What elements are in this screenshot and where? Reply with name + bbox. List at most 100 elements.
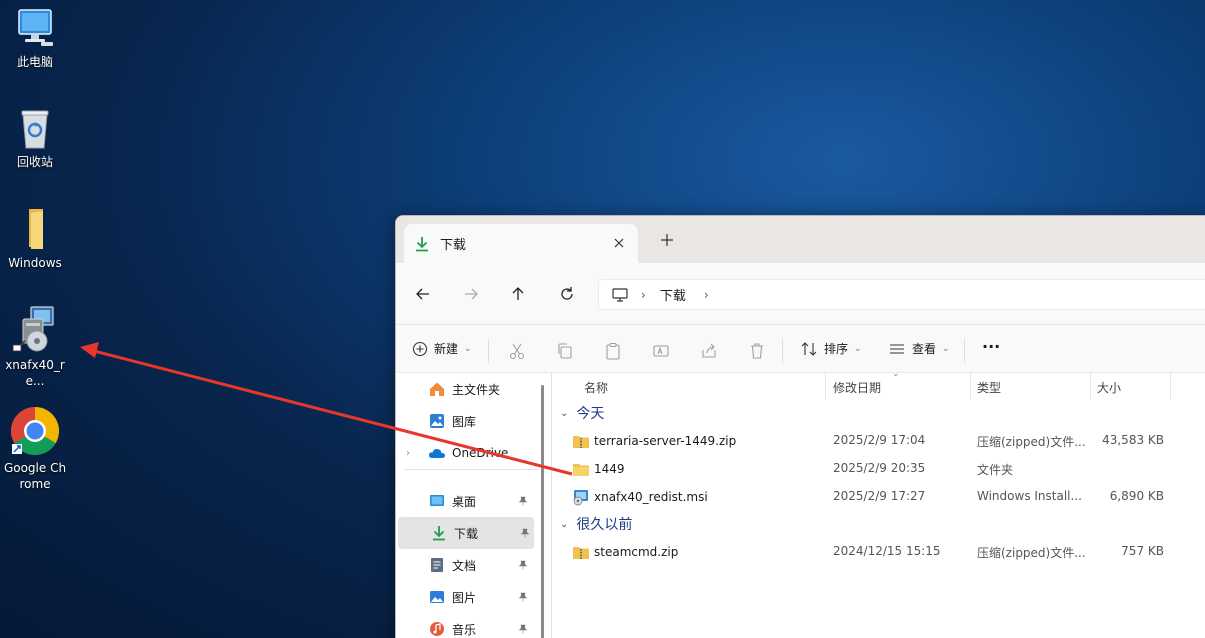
divider <box>488 339 489 363</box>
back-arrow-icon[interactable] <box>414 285 432 303</box>
copy-icon[interactable] <box>556 342 574 360</box>
file-type: 文件夹 <box>977 463 1014 477</box>
group-header-long-ago[interactable]: ⌄ 很久以前 <box>560 514 632 534</box>
sidebar-item-label: 图库 <box>452 414 477 429</box>
zip-folder-icon <box>573 436 589 448</box>
chevron-down-icon: ⌄ <box>560 518 569 530</box>
paste-icon[interactable] <box>604 342 622 360</box>
navigation-bar: › 下载 › <box>396 263 1205 325</box>
file-name: xnafx40_redist.msi <box>594 490 708 504</box>
pin-icon[interactable] <box>518 592 528 602</box>
file-size: 6,890 KB <box>1109 489 1164 503</box>
navigation-pane: 主文件夹 图库 › OneDrive 桌面 下载 文档 图片 音乐 <box>396 373 546 638</box>
pin-icon[interactable] <box>518 496 528 506</box>
pin-icon[interactable] <box>520 528 530 538</box>
sidebar-item-gallery[interactable]: 图库 <box>396 405 546 437</box>
sort-indicator-icon: ⌄ <box>892 369 900 379</box>
computer-icon <box>18 9 53 46</box>
file-row[interactable]: terraria-server-1449.zip 2025/2/9 17:04 … <box>552 426 1205 454</box>
music-icon <box>430 622 444 636</box>
column-header-date[interactable]: 修改日期 <box>833 379 881 396</box>
folder-icon <box>29 209 43 249</box>
sort-button[interactable]: 排序 ⌄ <box>800 340 862 357</box>
pin-icon[interactable] <box>518 624 528 634</box>
column-separator[interactable] <box>825 373 826 399</box>
chevron-right-icon[interactable]: › <box>704 288 709 302</box>
group-label: 今天 <box>576 406 605 422</box>
sidebar-item-downloads[interactable]: 下载 <box>398 517 534 549</box>
onedrive-cloud-icon <box>429 448 445 458</box>
home-icon <box>430 382 444 396</box>
file-name: terraria-server-1449.zip <box>594 434 737 448</box>
new-tab-plus-icon[interactable] <box>658 231 676 249</box>
forward-arrow-icon[interactable] <box>462 285 480 303</box>
file-row[interactable]: xnafx40_redist.msi 2025/2/9 17:27 Window… <box>552 482 1205 510</box>
desktop-icon-windows-folder[interactable]: Windows <box>0 207 70 271</box>
desktop-icon-recycle-bin[interactable]: 回收站 <box>0 106 70 170</box>
sort-icon <box>801 341 817 356</box>
installer-icon <box>12 306 54 352</box>
file-type: 压缩(zipped)文件... <box>977 435 1086 449</box>
sidebar-item-pictures[interactable]: 图片 <box>396 581 546 613</box>
gallery-icon <box>430 414 444 428</box>
file-type: Windows Install... <box>977 489 1082 503</box>
sidebar-item-documents[interactable]: 文档 <box>396 549 546 581</box>
breadcrumb-downloads[interactable]: 下载 <box>660 285 686 304</box>
tab-title: 下载 <box>440 238 467 253</box>
column-separator[interactable] <box>970 373 971 399</box>
file-size: 757 KB <box>1121 544 1164 558</box>
desktop-icon-label: Google Chrome <box>3 461 67 491</box>
file-row[interactable]: steamcmd.zip 2024/12/15 15:15 压缩(zipped)… <box>552 537 1205 565</box>
plus-circle-icon <box>412 341 428 356</box>
column-header-name[interactable]: 名称 <box>584 379 608 396</box>
column-header-size[interactable]: 大小 <box>1097 379 1121 396</box>
sidebar-item-desktop[interactable]: 桌面 <box>396 485 546 517</box>
folder-icon <box>573 464 589 476</box>
address-bar[interactable]: › 下载 › <box>598 279 1205 310</box>
more-options-button[interactable]: ··· <box>982 337 1000 356</box>
sidebar-item-music[interactable]: 音乐 <box>396 613 546 638</box>
divider <box>782 339 783 363</box>
group-label: 很久以前 <box>576 517 633 533</box>
more-icon: ··· <box>982 337 1001 356</box>
rename-icon[interactable] <box>652 342 670 360</box>
desktop-icon-xnafx40-installer[interactable]: xnafx40_re... <box>0 305 70 389</box>
column-separator[interactable] <box>1170 373 1171 399</box>
chrome-icon <box>10 407 60 456</box>
refresh-icon[interactable] <box>558 285 576 303</box>
view-button[interactable]: 查看 ⌄ <box>888 340 950 357</box>
sidebar-item-home[interactable]: 主文件夹 <box>396 373 546 405</box>
cut-icon[interactable] <box>508 342 526 360</box>
chevron-down-icon: ⌄ <box>854 343 862 354</box>
chevron-down-icon: ⌄ <box>464 343 472 354</box>
share-icon[interactable] <box>700 342 718 360</box>
column-separator[interactable] <box>1090 373 1091 399</box>
chevron-down-icon: ⌄ <box>942 343 950 354</box>
sidebar-item-label: 桌面 <box>452 494 477 509</box>
file-row[interactable]: 1449 2025/2/9 20:35 文件夹 <box>552 454 1205 482</box>
divider <box>964 339 965 363</box>
delete-icon[interactable] <box>748 342 766 360</box>
recycle-bin-icon <box>21 110 49 149</box>
file-date: 2025/2/9 17:27 <box>833 489 926 503</box>
file-type: 压缩(zipped)文件... <box>977 546 1086 560</box>
desktop-icon-this-pc[interactable]: 此电脑 <box>0 6 70 70</box>
chevron-right-icon[interactable]: › <box>406 448 410 459</box>
tab-bar: 下载 <box>396 216 1205 263</box>
file-explorer-window: 下载 › 下载 › 新建 ⌄ 排序 ⌄ 查看 ⌄ ··· 主文件夹 图库 › O… <box>395 215 1205 638</box>
new-button[interactable]: 新建 ⌄ <box>412 340 472 357</box>
new-button-label: 新建 <box>434 342 459 356</box>
sidebar-item-onedrive[interactable]: › OneDrive <box>396 437 546 469</box>
group-header-today[interactable]: ⌄ 今天 <box>560 403 604 423</box>
navigation-pane-scrollbar[interactable] <box>541 385 544 638</box>
up-arrow-icon[interactable] <box>509 285 527 303</box>
download-icon <box>416 236 428 251</box>
file-date: 2025/2/9 20:35 <box>833 461 926 475</box>
sidebar-item-label: 主文件夹 <box>452 382 501 397</box>
column-header-type[interactable]: 类型 <box>977 379 1001 396</box>
tab-downloads[interactable]: 下载 <box>404 224 638 263</box>
pin-icon[interactable] <box>518 560 528 570</box>
desktop-icon-google-chrome[interactable]: Google Chrome <box>0 406 70 492</box>
file-name: steamcmd.zip <box>594 545 679 559</box>
close-icon[interactable] <box>610 234 628 252</box>
